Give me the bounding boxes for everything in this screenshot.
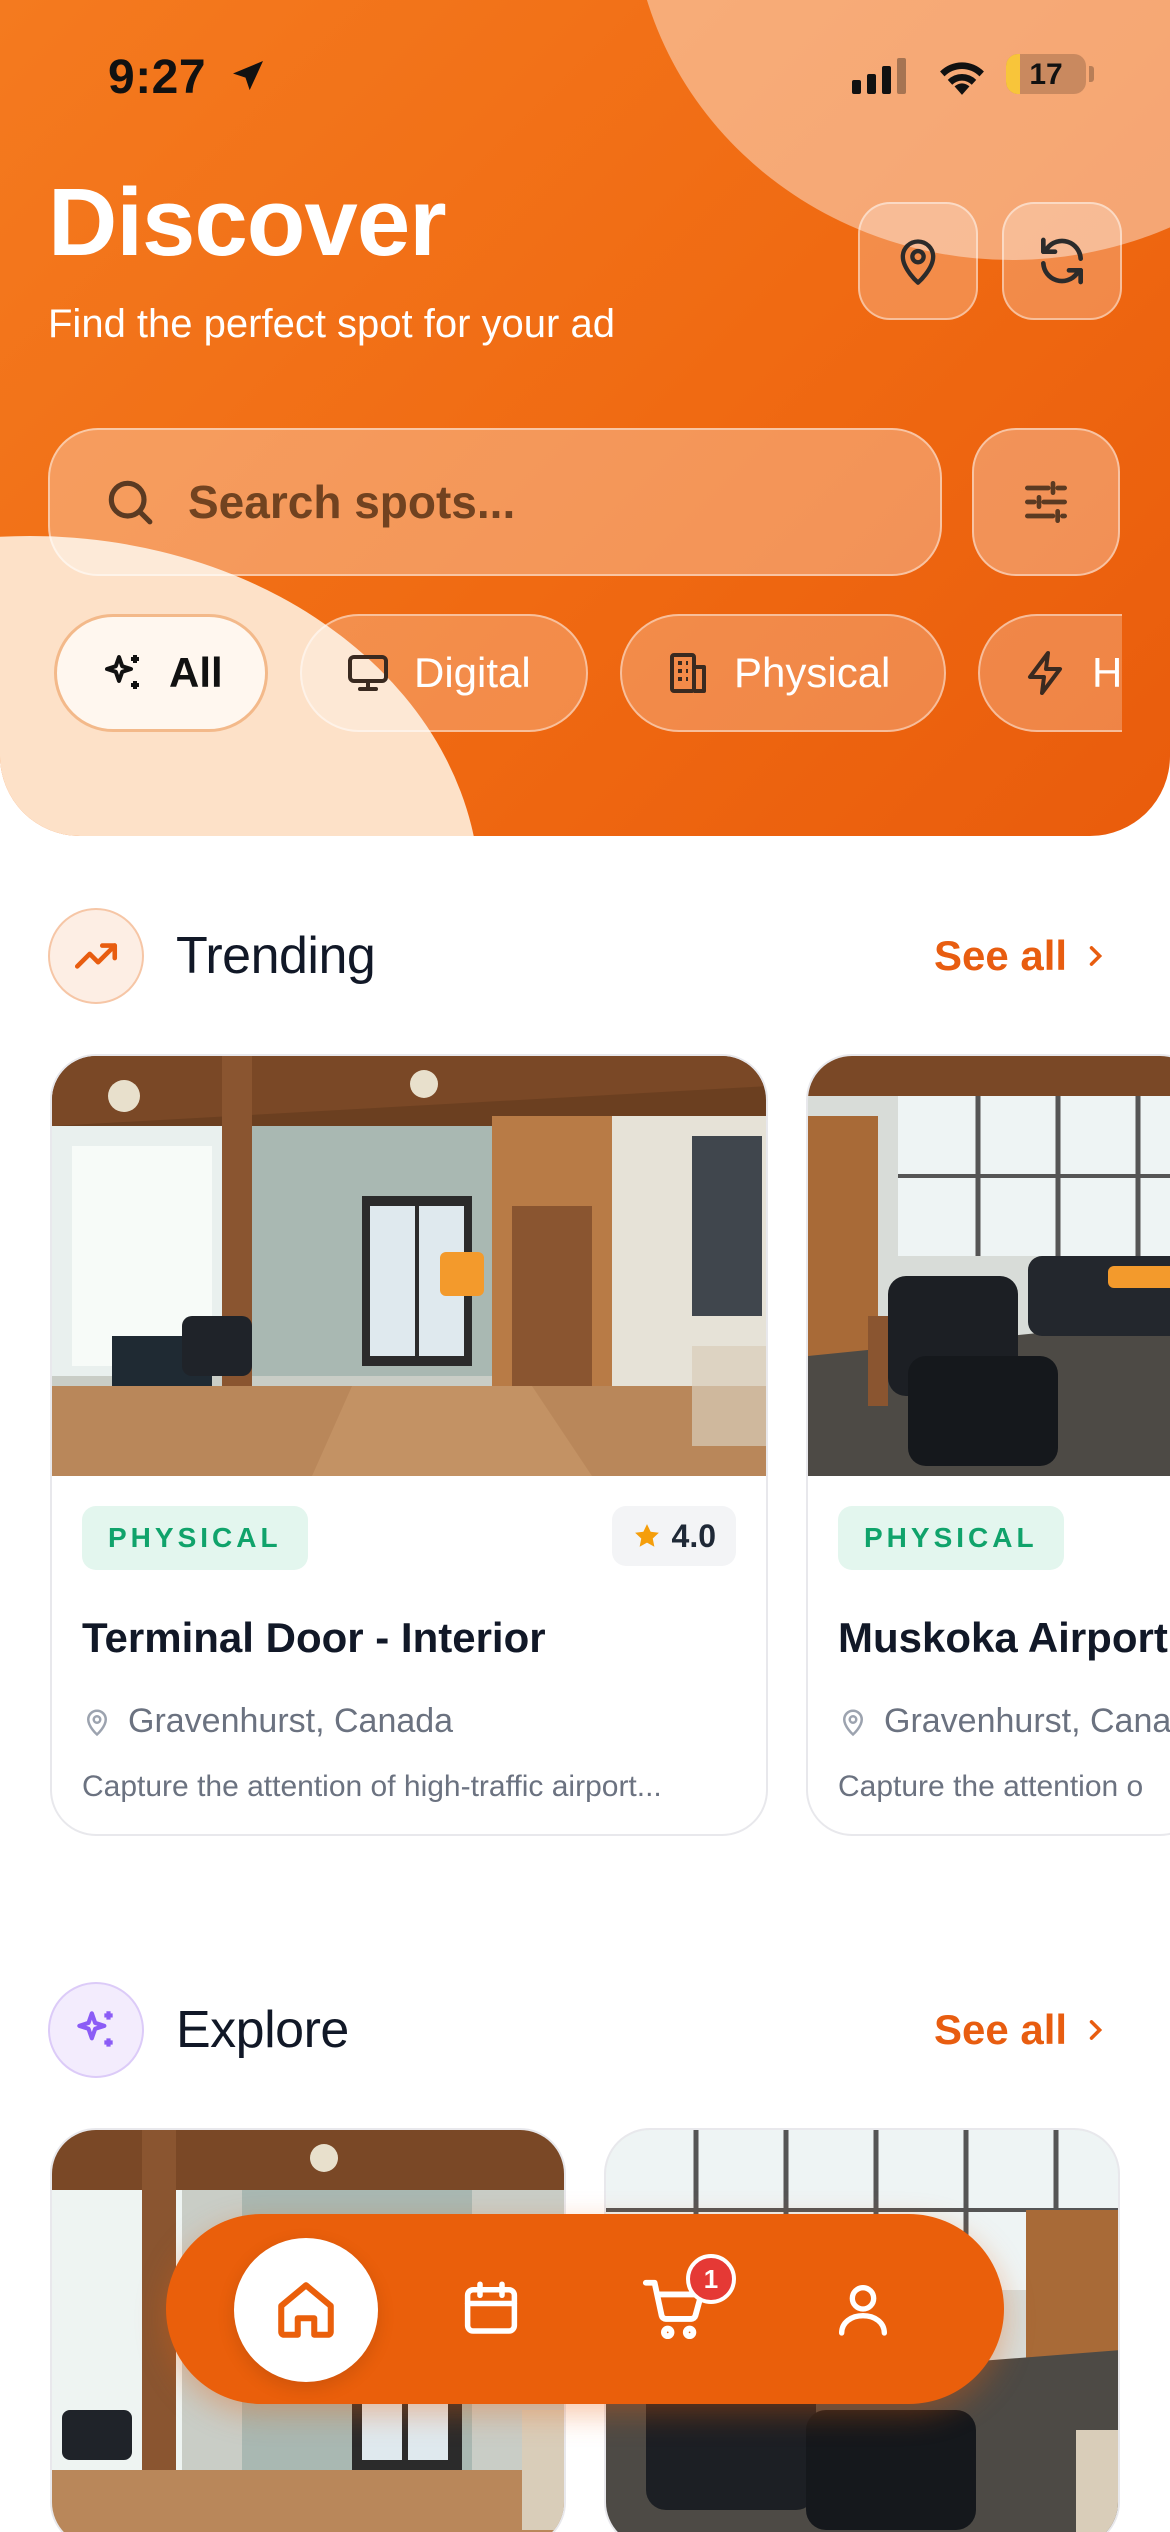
spot-location: Gravenhurst, Canada: [82, 1702, 453, 1741]
chip-physical[interactable]: Physical: [620, 614, 946, 732]
trending-see-all-link[interactable]: See all: [934, 932, 1109, 980]
chevron-right-icon: [1089, 2020, 1103, 2040]
chevron-right-icon: [1089, 946, 1103, 966]
chip-label: Digital: [414, 649, 531, 696]
see-all-label: See all: [934, 2006, 1068, 2053]
chip-all[interactable]: All: [54, 614, 268, 732]
spot-location-text: Gravenhurst, Canada: [884, 1702, 1170, 1740]
spot-title: Muskoka Airport: [838, 1614, 1168, 1661]
nav-cart-button[interactable]: [600, 2214, 750, 2404]
spot-location: Gravenhurst, Canada: [838, 1702, 1170, 1741]
refresh-button[interactable]: [1002, 202, 1122, 320]
bottom-nav: 1: [166, 2214, 1004, 2404]
chip-label: Physical: [734, 649, 891, 696]
status-bar: 9:27 17: [0, 0, 1170, 150]
category-badge: PHYSICAL: [82, 1506, 308, 1570]
building-icon: [670, 653, 706, 693]
wifi-icon: [940, 62, 984, 95]
chip-label: All: [169, 649, 223, 696]
sparkles-icon: [105, 655, 139, 689]
spot-card[interactable]: PHYSICAL 4.0 Terminal Door - Interior Gr…: [50, 1054, 768, 1836]
spot-description: Capture the attention o: [838, 1770, 1144, 1803]
section-title-trending: Trending: [176, 927, 376, 985]
map-pin-icon: [900, 239, 936, 285]
location-arrow-icon: [233, 61, 263, 91]
page-subtitle: Find the perfect spot for your ad: [48, 302, 615, 346]
calendar-icon: [464, 2281, 518, 2334]
spot-title: Terminal Door - Interior: [82, 1614, 546, 1661]
nav-home-button[interactable]: [234, 2238, 378, 2382]
status-time: 9:27: [108, 51, 207, 104]
battery-cap: [1089, 66, 1094, 82]
explore-section-icon: [48, 1982, 144, 2078]
spot-photo: [52, 1056, 766, 1476]
nav-calendar-button[interactable]: [416, 2214, 566, 2404]
sliders-icon: [1025, 481, 1067, 523]
trending-up-icon: [74, 943, 118, 969]
search-placeholder: Search spots...: [188, 476, 516, 528]
spot-card[interactable]: PHYSICAL Muskoka Airport Gravenhurst, Ca…: [806, 1054, 1170, 1836]
signal-icon: [852, 58, 906, 94]
map-pin-icon: [86, 1709, 108, 1736]
filter-button[interactable]: [972, 428, 1120, 576]
lightning-icon: [1028, 651, 1062, 695]
spot-photo: [808, 1056, 1170, 1476]
see-all-label: See all: [934, 932, 1068, 979]
sparkles-icon: [77, 2011, 113, 2047]
user-icon: [839, 2285, 887, 2336]
map-pin-icon: [842, 1709, 864, 1736]
spot-description: Capture the attention of high-traffic ai…: [82, 1770, 662, 1803]
explore-see-all-link[interactable]: See all: [934, 2006, 1109, 2054]
chip-hot[interactable]: H: [978, 614, 1122, 732]
refresh-icon: [1041, 237, 1083, 285]
chip-digital[interactable]: Digital: [300, 614, 588, 732]
section-title-explore: Explore: [176, 2001, 349, 2059]
battery-percent: 17: [1029, 58, 1063, 91]
star-icon: [634, 1524, 659, 1547]
rating-value: 4.0: [671, 1517, 716, 1554]
search-icon: [108, 480, 153, 525]
chip-label: H: [1092, 649, 1122, 696]
cart-count-badge: 1: [686, 2254, 736, 2304]
home-icon: [278, 2282, 334, 2338]
nav-profile-button[interactable]: [788, 2214, 938, 2404]
spot-location-text: Gravenhurst, Canada: [128, 1702, 454, 1740]
header-hero: 9:27 17 Discover Find the perfect spot f…: [0, 0, 1170, 836]
search-input[interactable]: Search spots...: [48, 428, 942, 576]
rating-badge: 4.0: [611, 1506, 736, 1566]
filter-chips: All Digital Physical H: [48, 614, 1122, 738]
location-button[interactable]: [858, 202, 978, 320]
category-badge: PHYSICAL: [838, 1506, 1064, 1570]
trending-section-icon: [48, 908, 144, 1004]
battery-indicator: 17: [1006, 54, 1086, 94]
monitor-icon: [348, 655, 388, 691]
page-title: Discover: [48, 169, 447, 276]
